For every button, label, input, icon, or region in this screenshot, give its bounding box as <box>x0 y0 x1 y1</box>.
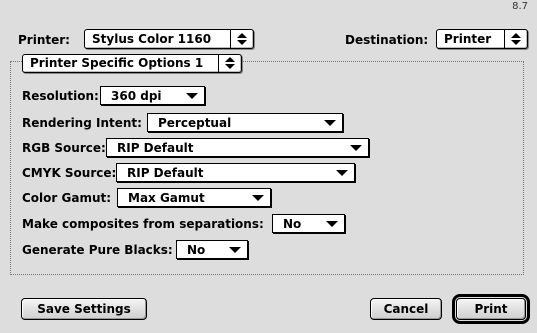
up-down-arrows-icon <box>237 33 247 45</box>
printer-label: Printer: <box>18 33 70 47</box>
rgb-source-dropdown[interactable]: RIP Default <box>106 138 369 157</box>
destination-popup[interactable]: Printer <box>436 29 528 49</box>
panel-popup-value: Printer Specific Options 1 <box>30 56 204 70</box>
pure-blacks-dropdown[interactable]: No <box>176 240 248 259</box>
chevron-down-icon <box>326 221 338 227</box>
version-label: 8.7 <box>512 1 528 12</box>
rendering-intent-value: Perceptual <box>158 116 232 130</box>
destination-popup-value: Printer <box>444 32 492 46</box>
chevron-down-icon <box>324 120 336 126</box>
chevron-down-icon <box>252 195 264 201</box>
printer-popup[interactable]: Stylus Color 1160 <box>84 29 254 49</box>
cmyk-source-dropdown[interactable]: RIP Default <box>116 163 355 182</box>
cmyk-source-value: RIP Default <box>127 166 204 180</box>
color-gamut-dropdown[interactable]: Max Gamut <box>117 188 271 207</box>
rendering-intent-dropdown[interactable]: Perceptual <box>147 113 343 132</box>
chevron-down-icon <box>350 145 362 151</box>
up-down-arrows-icon <box>511 33 521 45</box>
composites-value: No <box>283 217 302 231</box>
color-gamut-label: Color Gamut: <box>22 191 112 205</box>
resolution-value: 360 dpi <box>111 89 162 103</box>
pure-blacks-value: No <box>187 243 206 257</box>
chevron-down-icon <box>336 170 348 176</box>
composites-label: Make composites from separations: <box>22 217 264 231</box>
chevron-down-icon <box>229 247 241 253</box>
resolution-label: Resolution: <box>22 89 99 103</box>
cancel-button[interactable]: Cancel <box>370 298 442 320</box>
color-gamut-value: Max Gamut <box>128 191 205 205</box>
rgb-source-label: RGB Source: <box>22 141 106 155</box>
resolution-dropdown[interactable]: 360 dpi <box>100 86 205 105</box>
rendering-intent-label: Rendering Intent: <box>22 116 142 130</box>
composites-dropdown[interactable]: No <box>272 214 345 233</box>
up-down-arrows-icon <box>225 57 235 69</box>
cmyk-source-label: CMYK Source: <box>22 166 117 180</box>
printer-popup-value: Stylus Color 1160 <box>92 32 212 46</box>
rgb-source-value: RIP Default <box>117 141 194 155</box>
destination-label: Destination: <box>345 33 429 47</box>
print-button[interactable]: Print <box>456 298 526 320</box>
chevron-down-icon <box>186 93 198 99</box>
panel-popup[interactable]: Printer Specific Options 1 <box>22 54 242 73</box>
pure-blacks-label: Generate Pure Blacks: <box>22 243 173 257</box>
save-settings-button[interactable]: Save Settings <box>21 298 147 320</box>
